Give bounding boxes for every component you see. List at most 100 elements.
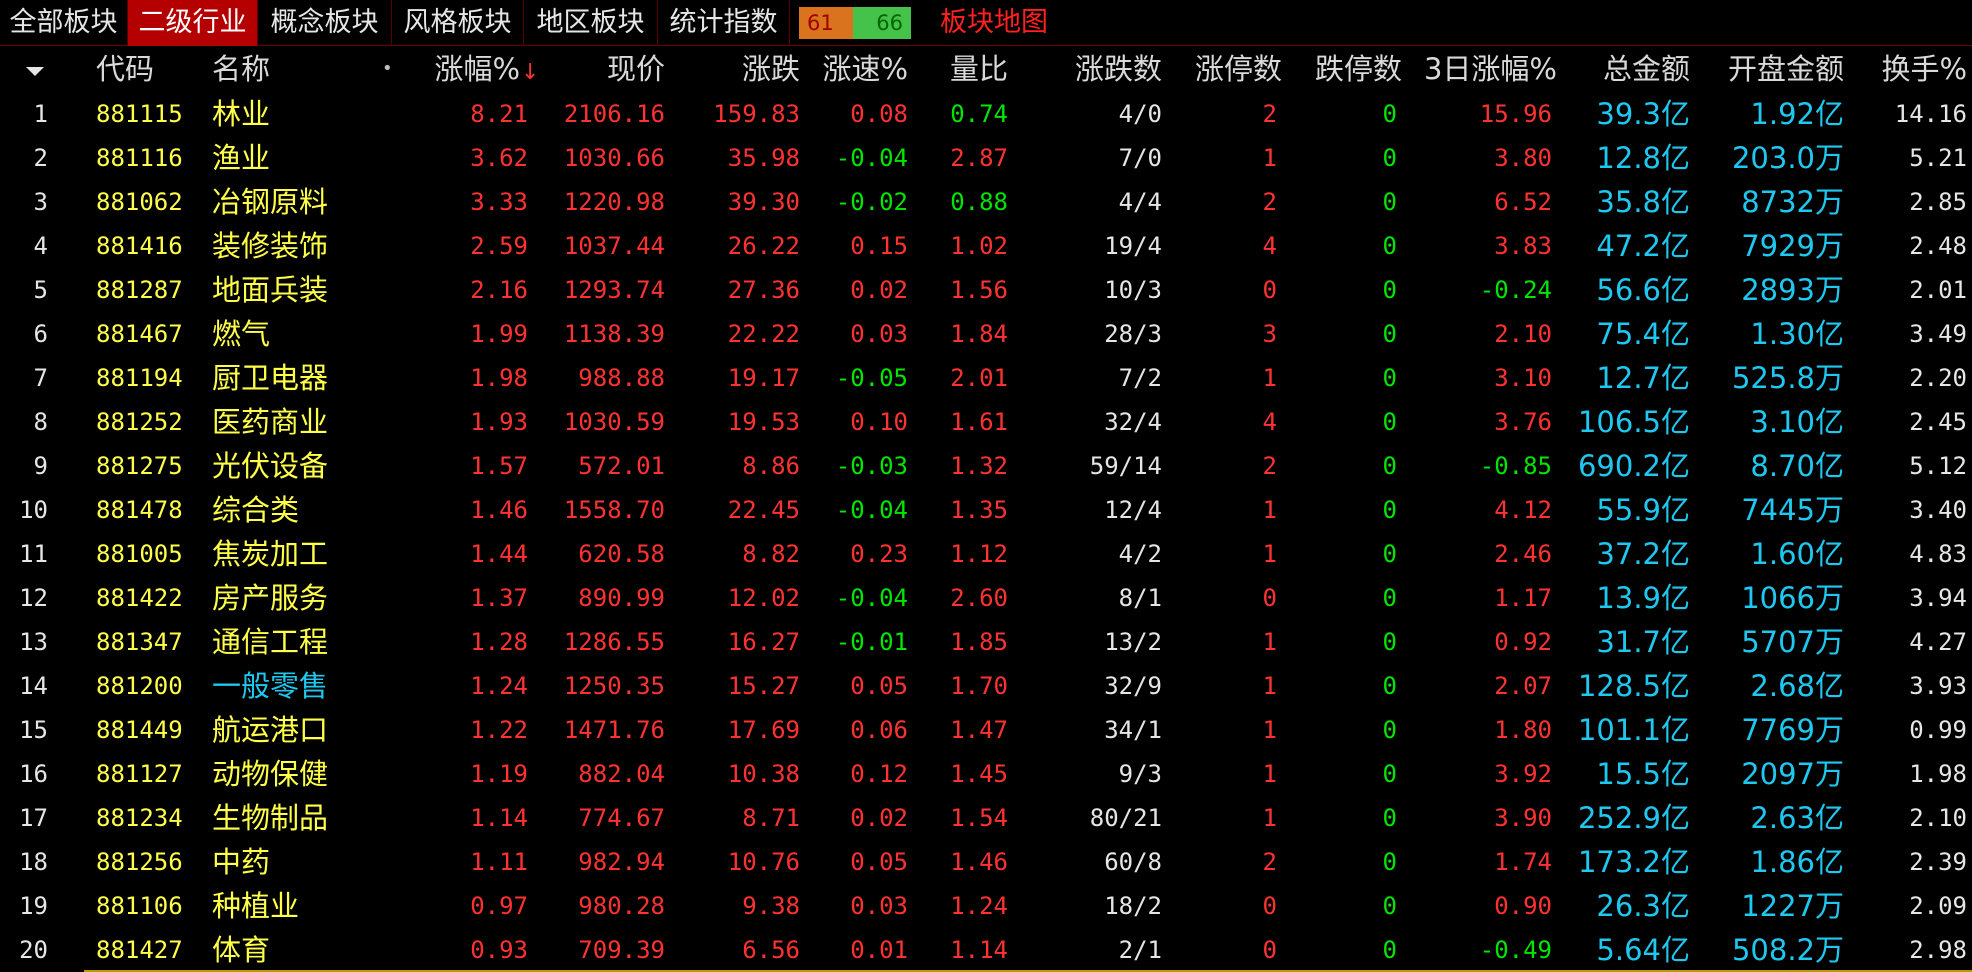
table-row[interactable]: 14 881200 一般零售 1.24 1250.35 15.27 0.05 1.70 32/9…: [0, 664, 1972, 708]
table-row[interactable]: 12 881422 房产服务 1.37 890.99 12.02 -0.04 2.60 8/1 0…: [0, 576, 1972, 620]
table-row[interactable]: 13 881347 通信工程 1.28 1286.55 16.27 -0.01 1.85 13/…: [0, 620, 1972, 664]
tab-style-sectors[interactable]: 风格板块: [392, 0, 524, 46]
column-menu-dropdown[interactable]: [26, 46, 56, 92]
tab-region-sectors[interactable]: 地区板块: [524, 0, 658, 46]
cell-amount: 37.2亿: [1596, 537, 1690, 571]
col-header-code[interactable]: 代码: [96, 46, 154, 92]
cell-pct-3d: 2.46: [1494, 540, 1552, 568]
table-row[interactable]: 10 881478 综合类 1.46 1558.70 22.45 -0.04 1.35 12/4…: [0, 488, 1972, 532]
table-row[interactable]: 4 881416 装修装饰 2.59 1037.44 26.22 0.15 1.02 19/4 4…: [0, 224, 1972, 268]
cell-code: 881115: [96, 100, 183, 128]
cell-pct-3d: 3.92: [1494, 760, 1552, 788]
col-header-limit-up[interactable]: 涨停数: [1162, 46, 1282, 92]
cell-up-down: 9/3: [1118, 760, 1162, 788]
col-header-amount[interactable]: 总金额: [1560, 46, 1690, 92]
cell-pct-3d: -0.85: [1479, 452, 1552, 480]
col-header-change[interactable]: 涨跌: [680, 46, 800, 92]
cell-turnover: 3.93: [1909, 672, 1967, 700]
cell-turnover: 2.20: [1909, 364, 1967, 392]
cell-name: 生物制品: [212, 801, 329, 835]
cell-speed: 0.08: [850, 100, 908, 128]
cell-code: 881234: [96, 804, 183, 832]
cell-speed: -0.05: [835, 364, 908, 392]
cell-code: 881422: [96, 584, 183, 612]
cell-limit-up: 1: [1262, 672, 1277, 700]
sector-map-link[interactable]: 板块地图: [940, 0, 1048, 46]
cell-name: 种植业: [212, 889, 300, 923]
cell-pct-3d: -0.49: [1479, 936, 1552, 964]
cell-price: 709.39: [578, 936, 665, 964]
table-row[interactable]: 7 881194 厨卫电器 1.98 988.88 19.17 -0.05 2.01 7/2 1 0…: [0, 356, 1972, 400]
cell-vol-ratio: 0.74: [950, 100, 1008, 128]
table-row[interactable]: 20 881427 体育 0.93 709.39 6.56 0.01 1.14 2/1 0 0 -0.…: [0, 928, 1972, 972]
cell-code: 881275: [96, 452, 183, 480]
cell-name: 林业: [212, 97, 271, 131]
sort-desc-icon[interactable]: ↓: [521, 46, 539, 92]
cell-open-amount: 8732万: [1741, 185, 1844, 219]
cell-open-amount: 3.10亿: [1750, 405, 1844, 439]
cell-limit-up: 1: [1262, 628, 1277, 656]
col-header-up-down[interactable]: 涨跌数: [1040, 46, 1162, 92]
cell-vol-ratio: 1.12: [950, 540, 1008, 568]
cell-open-amount: 1.92亿: [1750, 97, 1844, 131]
table-row[interactable]: 2 881116 渔业 3.62 1030.66 35.98 -0.04 2.87 7/0 1 0 3…: [0, 136, 1972, 180]
tab-all-sectors[interactable]: 全部板块: [0, 0, 128, 46]
cell-pct-3d: 4.12: [1494, 496, 1552, 524]
cell-pct-3d: 0.90: [1494, 892, 1552, 920]
cell-limit-down: 0: [1382, 408, 1397, 436]
col-header-turnover[interactable]: 换手%: [1850, 46, 1967, 92]
col-header-pct[interactable]: 涨幅%: [402, 46, 520, 92]
tab-secondary-industry[interactable]: 二级行业: [128, 0, 258, 46]
col-header-speed[interactable]: 涨速%: [800, 46, 908, 92]
cell-up-down: 10/3: [1104, 276, 1162, 304]
table-body: 1 881115 林业 8.21 2106.16 159.83 0.08 0.74 4/0 2 0 1…: [0, 92, 1972, 972]
cell-turnover: 3.49: [1909, 320, 1967, 348]
cell-limit-up: 1: [1262, 364, 1277, 392]
cell-amount: 39.3亿: [1596, 97, 1690, 131]
cell-pct: 1.57: [470, 452, 528, 480]
cell-amount: 106.5亿: [1577, 405, 1690, 439]
cell-pct: 1.46: [470, 496, 528, 524]
cell-pct: 1.19: [470, 760, 528, 788]
cell-open-amount: 1.86亿: [1750, 845, 1844, 879]
cell-speed: 0.02: [850, 804, 908, 832]
cell-change: 9.38: [742, 892, 800, 920]
cell-change: 17.69: [727, 716, 800, 744]
col-header-price[interactable]: 现价: [540, 46, 665, 92]
cell-name: 渔业: [212, 141, 271, 175]
cell-amount: 13.9亿: [1596, 581, 1690, 615]
cell-open-amount: 2893万: [1741, 273, 1844, 307]
col-header-open-amount[interactable]: 开盘金额: [1690, 46, 1844, 92]
table-row[interactable]: 17 881234 生物制品 1.14 774.67 8.71 0.02 1.54 80/21 1…: [0, 796, 1972, 840]
cell-amount: 690.2亿: [1577, 449, 1690, 483]
table-row[interactable]: 9 881275 光伏设备 1.57 572.01 8.86 -0.03 1.32 59/14 2…: [0, 444, 1972, 488]
table-row[interactable]: 16 881127 动物保健 1.19 882.04 10.38 0.12 1.45 9/3 1 0…: [0, 752, 1972, 796]
cell-amount: 35.8亿: [1596, 185, 1690, 219]
table-row[interactable]: 8 881252 医药商业 1.93 1030.59 19.53 0.10 1.61 32/4 4…: [0, 400, 1972, 444]
table-row[interactable]: 18 881256 中药 1.11 982.94 10.76 0.05 1.46 60/8 2 0 1…: [0, 840, 1972, 884]
cell-speed: 0.03: [850, 892, 908, 920]
tab-concept-sectors[interactable]: 概念板块: [258, 0, 392, 46]
table-row[interactable]: 19 881106 种植业 0.97 980.28 9.38 0.03 1.24 18/2 0 0 0…: [0, 884, 1972, 928]
table-row[interactable]: 15 881449 航运港口 1.22 1471.76 17.69 0.06 1.47 34/1…: [0, 708, 1972, 752]
cell-code: 881194: [96, 364, 183, 392]
table-row[interactable]: 1 881115 林业 8.21 2106.16 159.83 0.08 0.74 4/0 2 0 1…: [0, 92, 1972, 136]
table-row[interactable]: 6 881467 燃气 1.99 1138.39 22.22 0.03 1.84 28/3 3 0 2…: [0, 312, 1972, 356]
cell-name: 动物保健: [212, 757, 329, 791]
cell-limit-down: 0: [1382, 804, 1397, 832]
cell-open-amount: 7769万: [1741, 713, 1844, 747]
table-row[interactable]: 5 881287 地面兵装 2.16 1293.74 27.36 0.02 1.56 10/3 0…: [0, 268, 1972, 312]
cell-turnover: 1.98: [1909, 760, 1967, 788]
col-header-limit-down[interactable]: 跌停数: [1282, 46, 1402, 92]
col-header-name[interactable]: 名称: [212, 46, 270, 92]
cell-turnover: 4.83: [1909, 540, 1967, 568]
cell-limit-down: 0: [1382, 628, 1397, 656]
col-header-pct-3d[interactable]: 3日涨幅%: [1402, 46, 1557, 92]
tab-statistic-index[interactable]: 统计指数: [658, 0, 790, 46]
table-row[interactable]: 3 881062 冶钢原料 3.33 1220.98 39.30 -0.02 0.88 4/4 2…: [0, 180, 1972, 224]
table-row[interactable]: 11 881005 焦炭加工 1.44 620.58 8.82 0.23 1.12 4/2 1 0 2…: [0, 532, 1972, 576]
cell-amount: 12.8亿: [1596, 141, 1690, 175]
col-header-vol-ratio[interactable]: 量比: [900, 46, 1008, 92]
cell-change: 6.56: [742, 936, 800, 964]
falling-count-badge: 66: [853, 7, 911, 39]
